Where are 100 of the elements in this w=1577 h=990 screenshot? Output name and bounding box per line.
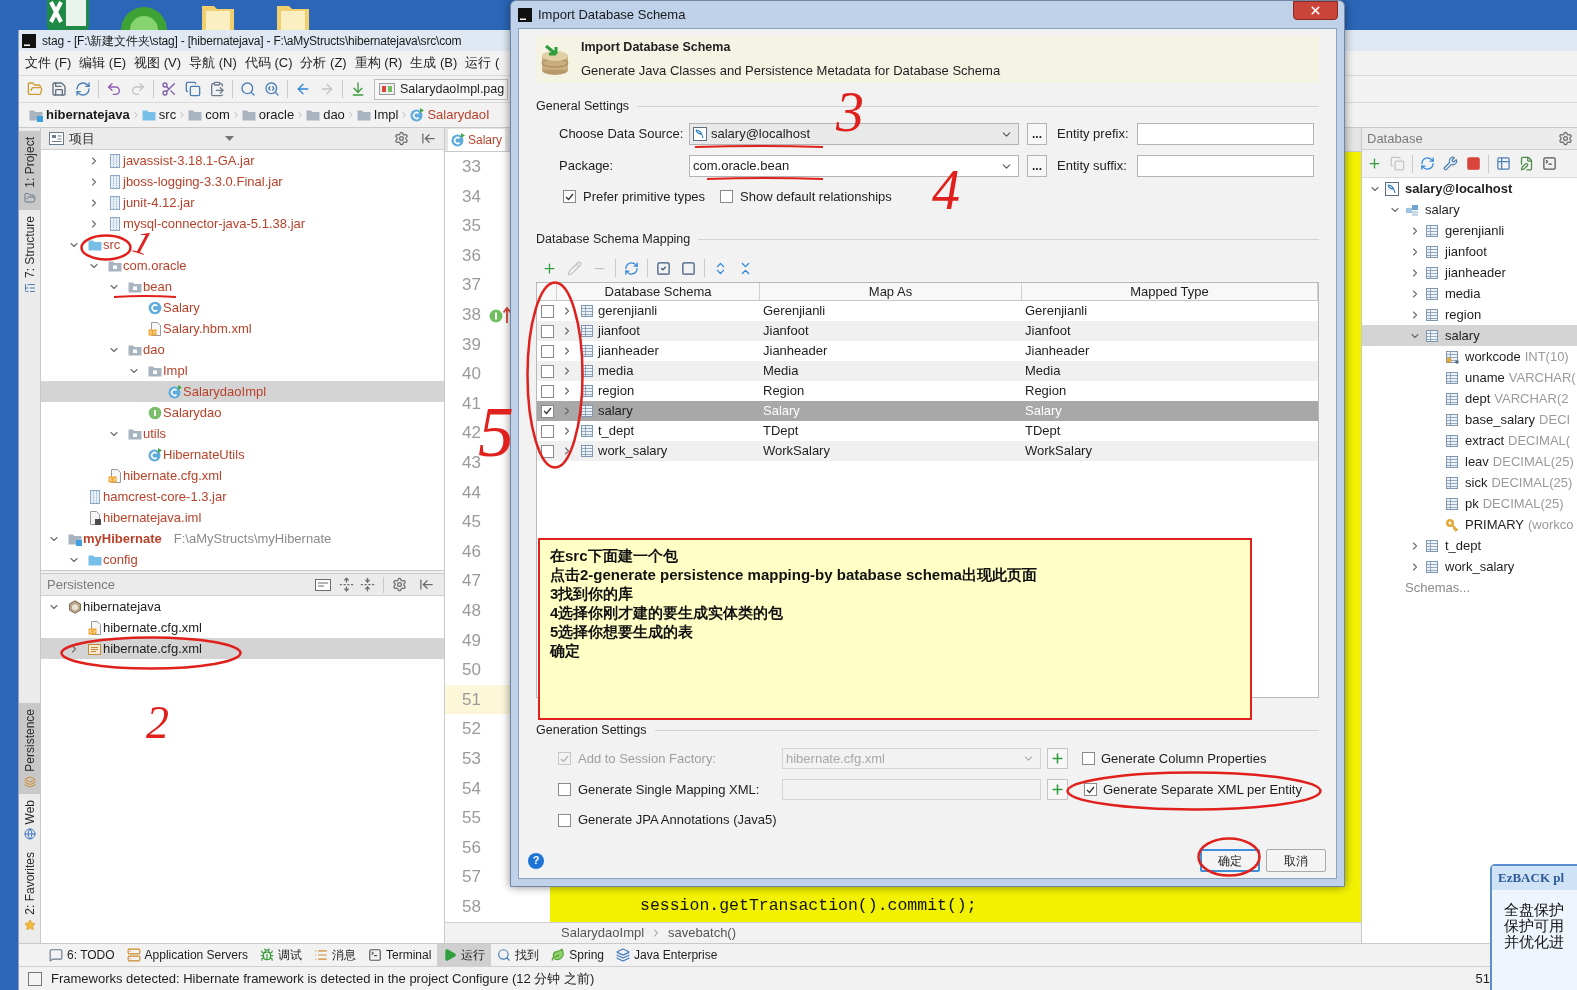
- tool-window-button[interactable]: 消息: [307, 944, 362, 966]
- tree-item[interactable]: mysql-connector-java-5.1.38.jar: [88, 213, 306, 234]
- breadcrumb-item[interactable]: SalarydaoI: [409, 105, 491, 125]
- tool-window-button[interactable]: Application Servers: [120, 944, 254, 966]
- tree-item[interactable]: bean: [108, 276, 172, 297]
- side-tab[interactable]: Web: [19, 793, 40, 847]
- menu-item[interactable]: 视图 (V): [130, 53, 186, 73]
- confirm-button[interactable]: 确定: [1200, 849, 1260, 872]
- console-icon[interactable]: [1542, 156, 1557, 171]
- tree-item[interactable]: hibernatejava.iml: [68, 507, 202, 528]
- stop-icon[interactable]: [1466, 156, 1481, 171]
- tree-item[interactable]: jboss-logging-3.3.0.Final.jar: [88, 171, 283, 192]
- settings-icon[interactable]: [394, 131, 409, 146]
- breadcrumb-item[interactable]: com: [187, 105, 231, 125]
- menu-item[interactable]: 导航 (N): [185, 53, 241, 73]
- settings-icon[interactable]: [392, 577, 407, 592]
- sync-icon[interactable]: [75, 81, 91, 97]
- side-tab[interactable]: 1: Project: [19, 131, 40, 210]
- plus-icon[interactable]: [542, 260, 557, 276]
- tree-item[interactable]: salary: [1389, 199, 1460, 220]
- checkbox[interactable]: [1084, 783, 1097, 796]
- checkbox[interactable]: [720, 190, 734, 203]
- paste-icon[interactable]: [209, 81, 225, 97]
- tree-item[interactable]: hibernate.cfg.xml: [68, 617, 202, 638]
- square-icon[interactable]: [28, 971, 42, 986]
- breadcrumb-item[interactable]: SalarydaoImpl: [561, 923, 645, 943]
- undo-icon[interactable]: [106, 81, 122, 97]
- breadcrumb-item[interactable]: hibernatejava: [28, 105, 131, 125]
- table-row[interactable]: media Media Media: [537, 361, 1318, 381]
- checkbox[interactable]: [540, 304, 554, 318]
- add-button[interactable]: [1047, 748, 1068, 769]
- breadcrumb-item[interactable]: Impl: [355, 105, 400, 125]
- tool-window-button[interactable]: 运行: [437, 944, 492, 966]
- tree-item[interactable]: salary: [1362, 325, 1577, 346]
- checkbox[interactable]: [563, 190, 576, 203]
- settings-icon[interactable]: [1558, 131, 1573, 146]
- checkbox[interactable]: [540, 364, 554, 378]
- checkbox[interactable]: [558, 813, 571, 827]
- tree-item[interactable]: t_dept: [1409, 535, 1482, 556]
- table-icon[interactable]: [1496, 156, 1511, 171]
- side-tab[interactable]: 7: Structure: [19, 209, 40, 300]
- browse-button[interactable]: ...: [1027, 155, 1047, 177]
- entity-suffix-field[interactable]: [1137, 155, 1314, 177]
- tree-item[interactable]: extract DECIMAL(: [1429, 430, 1571, 451]
- tool-window-button[interactable]: 找到: [491, 944, 546, 966]
- copy-icon[interactable]: [185, 81, 201, 97]
- open-folder-icon[interactable]: [27, 81, 43, 97]
- tree-item[interactable]: config: [68, 549, 138, 570]
- tree-item[interactable]: gerenjianli: [1409, 220, 1505, 241]
- browse-button[interactable]: ...: [1027, 123, 1047, 145]
- tree-item[interactable]: leav DECIMAL(25): [1429, 451, 1574, 472]
- tree-item[interactable]: hibernate.cfg.xml: [41, 638, 444, 659]
- checkbox[interactable]: [558, 783, 571, 796]
- tree-item[interactable]: hibernatejava: [48, 596, 162, 617]
- wrench-icon[interactable]: [1443, 156, 1458, 171]
- tree-item[interactable]: hamcrest-core-1.3.jar: [68, 486, 227, 507]
- spreadsheet-icon[interactable]: [46, 0, 90, 30]
- checkbox[interactable]: [540, 424, 554, 438]
- checkbox[interactable]: [540, 404, 554, 418]
- tree-item[interactable]: hibernate.cfg.xml: [88, 465, 222, 486]
- menu-item[interactable]: 生成 (B): [406, 53, 462, 73]
- tree-item[interactable]: Salarydao: [128, 402, 222, 423]
- checkbox[interactable]: [540, 324, 554, 338]
- tree-item[interactable]: src: [68, 234, 121, 255]
- breadcrumb-item[interactable]: src: [140, 105, 178, 125]
- table-row[interactable]: jianfoot Jianfoot Jianfoot: [537, 321, 1318, 341]
- collapse-all-icon[interactable]: [360, 577, 375, 592]
- tree-item[interactable]: HibernateUtils: [128, 444, 245, 465]
- tree-item[interactable]: base_salary DECI: [1429, 409, 1571, 430]
- tool-window-button[interactable]: 6: TODO: [43, 944, 121, 966]
- menu-item[interactable]: 分析 (Z): [296, 53, 351, 73]
- menu-item[interactable]: 编辑 (E): [75, 53, 131, 73]
- tree-item[interactable]: SalarydaoImpl: [41, 381, 444, 402]
- save-icon[interactable]: [51, 81, 67, 97]
- tree-item[interactable]: javassist-3.18.1-GA.jar: [88, 150, 255, 171]
- breadcrumb-item[interactable]: savebatch(): [668, 923, 737, 943]
- side-tab[interactable]: Persistence: [19, 703, 40, 794]
- console-icon[interactable]: [315, 578, 331, 591]
- tool-window-button[interactable]: 调试: [253, 944, 308, 966]
- tree-item[interactable]: workcode INT(10): [1429, 346, 1569, 367]
- cancel-button[interactable]: 取消: [1266, 849, 1326, 872]
- hide-panel-icon[interactable]: [419, 577, 434, 592]
- schemas-link[interactable]: Schemas...: [1405, 577, 1471, 598]
- tree-item[interactable]: PRIMARY (workco: [1429, 514, 1574, 535]
- empty-box-icon[interactable]: [681, 260, 696, 276]
- tree-item[interactable]: com.oracle: [88, 255, 187, 276]
- view-selector-dropdown[interactable]: 项目: [49, 128, 234, 149]
- scissors-icon[interactable]: [161, 81, 177, 97]
- tree-item[interactable]: utils: [108, 423, 167, 444]
- close-button[interactable]: [1293, 1, 1338, 20]
- tree-item[interactable]: junit-4.12.jar: [88, 192, 195, 213]
- add-button[interactable]: [1047, 779, 1068, 800]
- caret-down-icon[interactable]: [225, 136, 234, 141]
- tree-item[interactable]: pk DECIMAL(25): [1429, 493, 1564, 514]
- tree-item[interactable]: region: [1409, 304, 1482, 325]
- checkbox[interactable]: [1082, 752, 1095, 765]
- help-button[interactable]: ?: [528, 852, 544, 869]
- expand-all-icon[interactable]: [339, 577, 354, 592]
- menu-item[interactable]: 文件 (F): [21, 53, 76, 73]
- menu-item[interactable]: 运行 (: [461, 53, 504, 73]
